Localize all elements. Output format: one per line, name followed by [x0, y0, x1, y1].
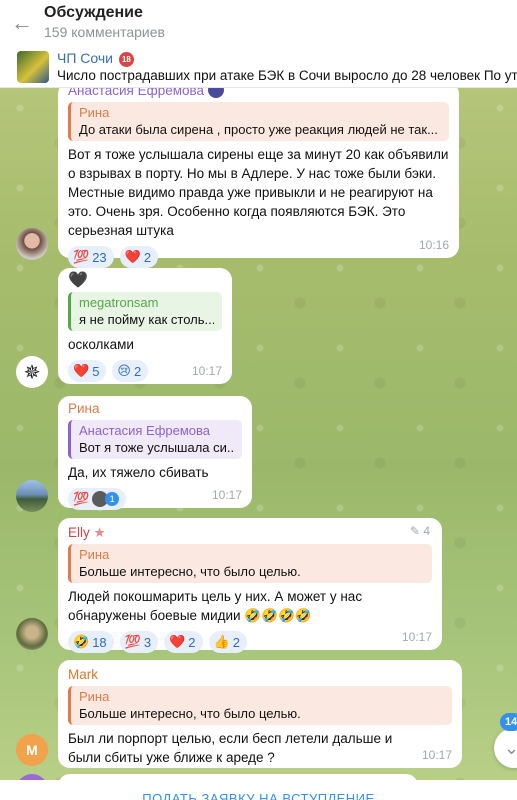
avatar[interactable]: [16, 618, 48, 650]
message-text: Да, их тяжело сбивать: [68, 465, 209, 480]
avatar[interactable]: ✵: [16, 356, 48, 388]
avatar[interactable]: [16, 480, 48, 512]
sender-name: Mark: [68, 667, 98, 682]
chat-area[interactable]: Анастасия Ефремова Рина До атаки была си…: [0, 88, 517, 780]
forward-count: ✎ 4: [410, 524, 430, 538]
pinned-thumbnail: [17, 50, 49, 83]
scroll-down-button[interactable]: ⌄: [494, 728, 517, 768]
reply-quote[interactable]: Анастасия Ефремова Вот я тоже услышала с…: [68, 420, 242, 459]
message-time: 10:17: [421, 748, 452, 762]
avatar[interactable]: [16, 228, 48, 260]
reaction-count: 2: [133, 363, 142, 379]
sender-name: Анастасия Ефремова: [68, 88, 449, 100]
message-text: Вот я тоже услышала сирены еще за минут …: [68, 147, 449, 238]
reaction-count: 2: [188, 634, 196, 650]
reaction[interactable]: 💯 1: [68, 488, 127, 510]
reaction[interactable]: ❤️ 2: [164, 631, 203, 653]
chat-header: ← Обсуждение 159 комментариев: [0, 0, 517, 46]
thumbs-up-emoji-icon: 👍: [213, 634, 230, 649]
reply-name: Рина: [79, 547, 110, 562]
reply-text: Вот я тоже услышала си...: [79, 440, 234, 455]
reaction-count: 18: [92, 634, 107, 650]
crying-emoji-icon: 😢: [117, 363, 131, 378]
join-request-button[interactable]: ПОДАТЬ ЗАЯВКУ НА ВСТУПЛЕНИЕ: [142, 791, 374, 800]
reaction[interactable]: 💯 3: [119, 631, 159, 653]
verified-badge-icon: [207, 88, 224, 98]
reply-quote[interactable]: Рина Больше интересно, что было целью.: [68, 544, 432, 583]
message-time: 10:17: [211, 488, 242, 502]
hundred-emoji-icon: 💯: [73, 491, 90, 506]
reaction[interactable]: 👍 2: [208, 631, 247, 653]
message-bubble[interactable]: Elly ★ ✎ 4 Рина Больше интересно, что бы…: [58, 518, 442, 653]
reply-name: Рина: [79, 105, 110, 120]
message-bubble[interactable]: Рина Анастасия Ефремова Вот я тоже услыш…: [58, 396, 252, 510]
arrow-left-icon: ←: [11, 10, 33, 35]
reaction-count: 3: [143, 634, 152, 650]
avatar[interactable]: M: [16, 734, 48, 766]
message-time: 10:16: [418, 238, 449, 252]
hundred-emoji-icon: 💯: [124, 634, 141, 649]
forward-count-value: 4: [423, 524, 430, 538]
heart-emoji-icon: ❤️: [169, 634, 186, 649]
reply-text: Больше интересно, что было целью.: [79, 564, 301, 579]
join-request-bar[interactable]: ПОДАТЬ ЗАЯВКУ НА ВСТУПЛЕНИЕ: [0, 780, 517, 800]
message-text: Людей покошмарить цель у них. А может у …: [68, 589, 363, 623]
compass-rose-icon: ✵: [23, 361, 41, 384]
reaction[interactable]: 🤣 18: [68, 631, 114, 653]
message-bubble[interactable]: Mark Рина Больше интересно, что было цел…: [58, 660, 462, 768]
reply-text: До атаки была сирена , просто уже реакци…: [79, 122, 438, 137]
message-text: Был ли порпорт целью, если бесп летели д…: [68, 731, 393, 765]
page-title: Обсуждение: [44, 4, 143, 21]
back-button[interactable]: ←: [0, 0, 44, 46]
message-time: 10:17: [191, 364, 222, 378]
reaction[interactable]: 😢 2: [112, 360, 149, 382]
chevron-down-icon: ⌄: [504, 737, 517, 758]
heart-emoji-icon: ❤️: [73, 363, 90, 378]
star-icon: ★: [93, 525, 106, 540]
heart-emoji-icon: ❤️: [124, 249, 141, 264]
reply-text: я не пойму как столь...: [79, 312, 214, 327]
reply-name: Анастасия Ефремова: [79, 423, 211, 438]
message-bubble[interactable]: 🖤 megatronsam я не пойму как столь... ос…: [58, 268, 232, 384]
message-bubble[interactable]: Анастасия Ефремова Рина До атаки была си…: [58, 88, 459, 268]
pinned-channel-name: ЧП Сочи: [57, 49, 113, 66]
reply-quote[interactable]: Рина Больше интересно, что было целью.: [68, 686, 452, 725]
reaction-count: 1: [105, 492, 120, 506]
message-text: осколками: [68, 337, 134, 352]
sender-name: Elly ★: [68, 524, 432, 542]
pinned-message[interactable]: ЧП Сочи 18 Число пострадавших при атаке …: [0, 46, 517, 88]
reply-text: Больше интересно, что было целью.: [79, 706, 301, 721]
sender-name: Рина: [68, 401, 100, 416]
reaction[interactable]: 💯 23: [68, 246, 114, 268]
message-time: 10:17: [401, 630, 432, 644]
pinned-text: Число пострадавших при атаке БЭК в Сочи …: [57, 67, 517, 83]
age-badge: 18: [118, 51, 134, 67]
reaction-count: 2: [232, 634, 240, 650]
laughing-emoji-icon: 🤣: [73, 634, 90, 649]
reaction-count: 2: [143, 249, 152, 265]
reply-name: megatronsam: [79, 295, 159, 310]
sender-emoji: 🖤: [68, 272, 88, 289]
reaction[interactable]: ❤️ 5: [68, 360, 107, 382]
reply-quote[interactable]: megatronsam я не пойму как столь...: [68, 292, 222, 331]
reply-quote[interactable]: Рина До атаки была сирена , просто уже р…: [68, 102, 449, 141]
sender-name-text: Elly: [68, 525, 90, 540]
comments-count: 159 комментариев: [44, 24, 165, 40]
reaction-count: 23: [92, 249, 107, 265]
reaction[interactable]: ❤️ 2: [119, 246, 159, 268]
sender-name-text: Анастасия Ефремова: [68, 88, 205, 98]
unread-badge: 14: [500, 713, 517, 731]
forward-icon: ✎: [409, 524, 420, 538]
hundred-emoji-icon: 💯: [73, 249, 90, 264]
reply-name: Рина: [79, 689, 110, 704]
reaction-count: 5: [92, 363, 100, 379]
